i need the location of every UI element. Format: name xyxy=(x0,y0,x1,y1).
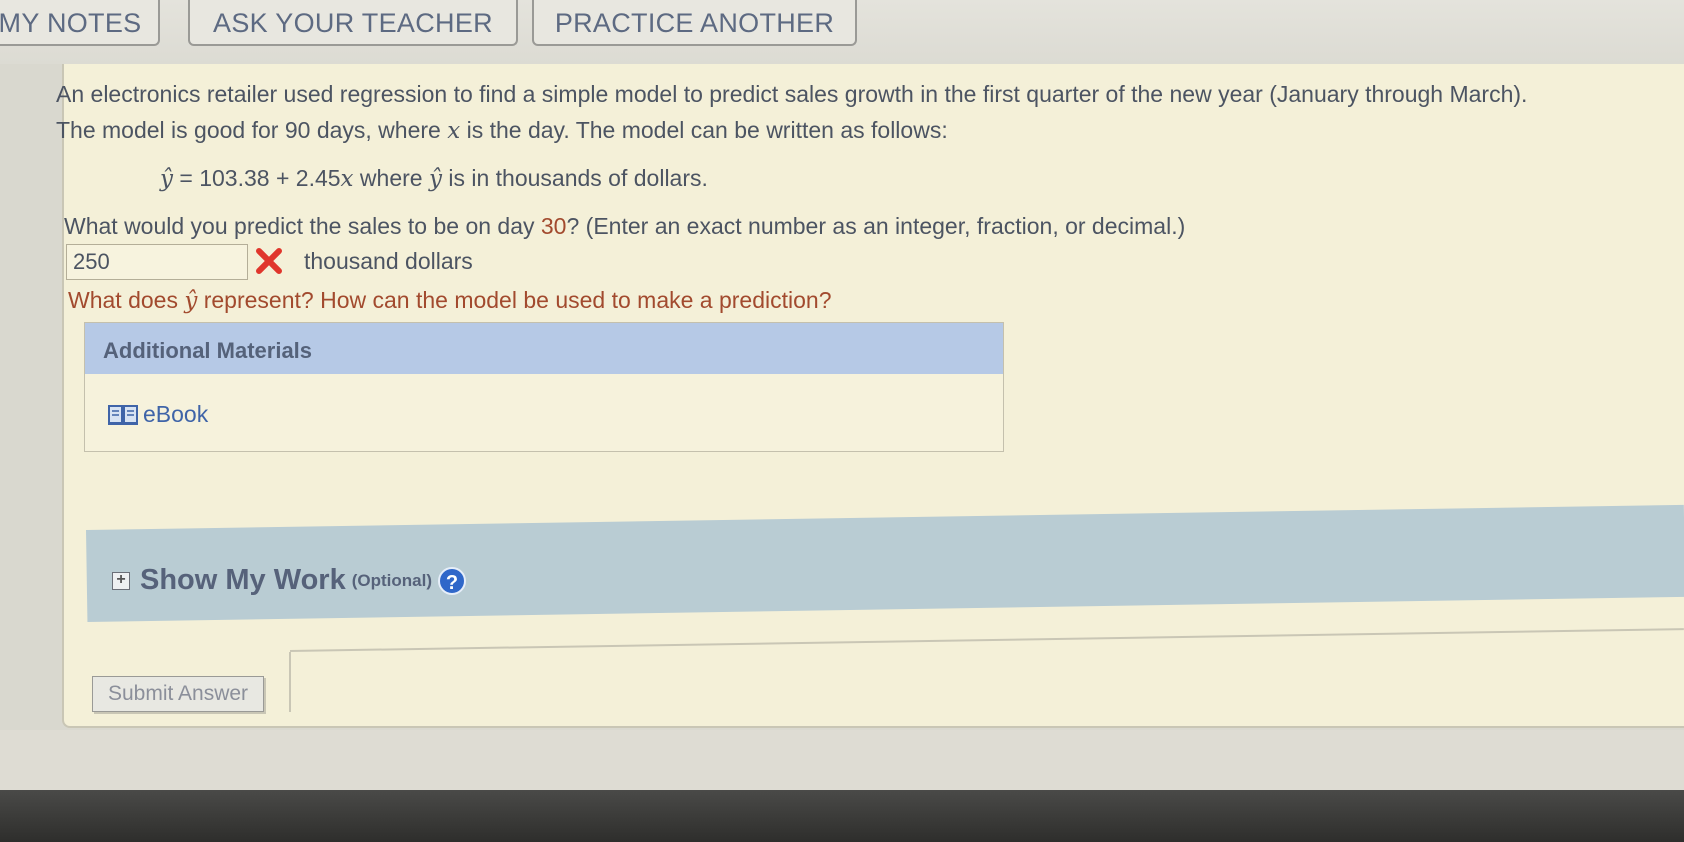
show-my-work-toggle[interactable]: + Show My Work (Optional) ? xyxy=(112,564,466,597)
my-notes-button[interactable]: MY NOTES xyxy=(0,0,160,46)
help-icon[interactable]: ? xyxy=(437,566,466,595)
answer-input[interactable] xyxy=(66,244,248,280)
problem-text-line2: The model is good for 90 days, where x i… xyxy=(56,117,948,144)
model-equation: ŷ = 103.38 + 2.45x where ŷ is in thousan… xyxy=(160,165,708,192)
additional-materials-header: Additional Materials xyxy=(85,323,1003,374)
problem-text-line1: An electronics retailer used regression … xyxy=(56,81,1528,107)
answer-unit-label: thousand dollars xyxy=(304,248,473,274)
optional-label: (Optional) xyxy=(351,570,432,590)
ask-your-teacher-button[interactable]: ASK YOUR TEACHER xyxy=(188,0,518,46)
question-2-prompt: What does ŷ represent? How can the model… xyxy=(68,287,832,314)
expand-plus-icon[interactable]: + xyxy=(112,571,130,590)
show-my-work-title: Show My Work xyxy=(140,564,346,596)
ebook-link[interactable]: eBook xyxy=(107,401,208,428)
divider-vertical xyxy=(289,652,291,712)
screen-bezel xyxy=(0,790,1684,842)
page-background xyxy=(0,730,1684,790)
submit-answer-button[interactable]: Submit Answer xyxy=(92,676,264,712)
ebook-label: eBook xyxy=(143,401,209,427)
practice-another-button[interactable]: PRACTICE ANOTHER xyxy=(532,0,857,46)
additional-materials-box: Additional Materials eBook xyxy=(84,322,1004,452)
x-mark-icon xyxy=(256,248,282,274)
book-icon xyxy=(108,404,138,425)
question-1-prompt: What would you predict the sales to be o… xyxy=(64,213,1186,239)
